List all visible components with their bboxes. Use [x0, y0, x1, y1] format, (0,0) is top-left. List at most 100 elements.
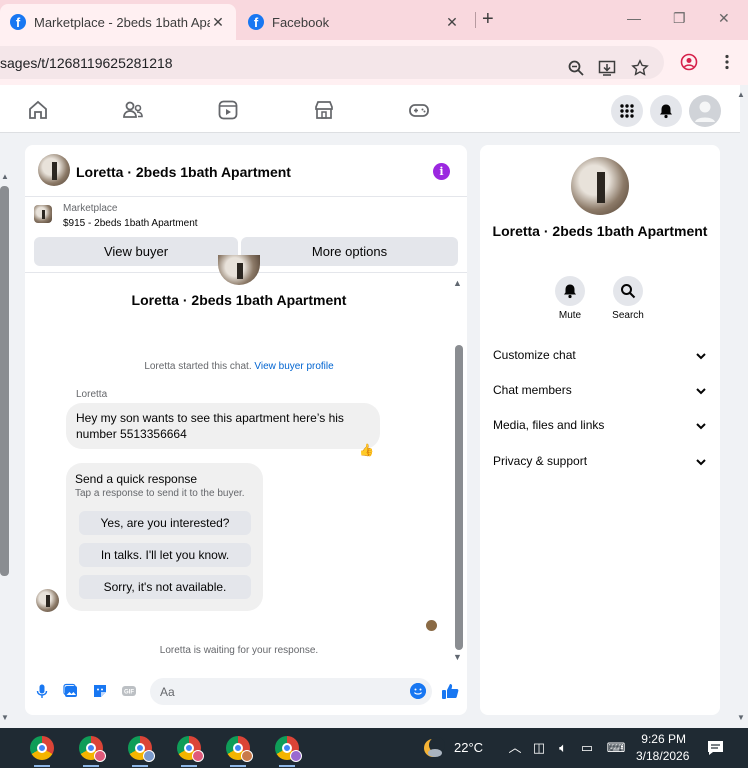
view-buyer-profile-link[interactable]: View buyer profile	[254, 361, 333, 372]
mute-button[interactable]	[555, 276, 585, 306]
view-buyer-button[interactable]: View buyer	[34, 237, 238, 266]
chat-title[interactable]: Loretta · 2beds 1bath Apartment	[76, 164, 291, 180]
active-indicator	[83, 765, 99, 767]
volume-icon[interactable]: 🔈︎	[555, 740, 571, 756]
more-options-button[interactable]: More options	[241, 237, 458, 266]
sender-avatar[interactable]	[36, 589, 59, 612]
camera-icon[interactable]: ◫	[531, 740, 547, 756]
notifications-button[interactable]	[650, 95, 682, 127]
emoji-icon[interactable]	[410, 683, 426, 699]
browser-tab-strip: f Marketplace - 2beds 1bath Apa ✕ f Face…	[0, 0, 748, 40]
tab-marketplace[interactable]: f Marketplace - 2beds 1bath Apa ✕	[0, 4, 236, 40]
menu-grid-button[interactable]	[611, 95, 643, 127]
search-icon	[621, 284, 636, 299]
message-bubble[interactable]: Hey my son wants to see this apartment h…	[66, 403, 380, 449]
restore-icon[interactable]: ❐	[673, 10, 686, 27]
chrome-profile-taskbar-icon[interactable]	[128, 736, 155, 762]
clock-time[interactable]: 9:26 PM	[640, 732, 686, 746]
tab-title: Facebook	[272, 14, 330, 30]
message-sender: Loretta	[76, 389, 108, 400]
info-icon[interactable]: i	[433, 163, 450, 180]
minimize-icon[interactable]: —	[627, 10, 641, 26]
waiting-notice: Loretta is waiting for your response.	[159, 645, 319, 656]
chat-scroll-up-icon[interactable]: ▲	[453, 278, 462, 288]
url-text: sages/t/1268119625281218	[0, 55, 173, 71]
notifications-center-icon[interactable]	[707, 740, 724, 756]
network-icon[interactable]: ▭	[579, 740, 595, 756]
marketplace-icon[interactable]	[313, 99, 335, 121]
install-app-icon[interactable]	[598, 59, 616, 77]
gif-icon[interactable]: GIF	[121, 683, 137, 699]
section-label: Chat members	[493, 383, 572, 397]
chat-started-notice: Loretta started this chat. View buyer pr…	[25, 361, 453, 372]
new-tab-icon[interactable]: +	[482, 8, 494, 31]
profile-icon[interactable]	[680, 53, 698, 71]
sticker-icon[interactable]	[92, 683, 108, 699]
close-window-icon[interactable]: ✕	[718, 10, 730, 27]
page-scroll-up-icon[interactable]: ▲	[1, 172, 9, 181]
close-tab-icon[interactable]: ✕	[444, 14, 460, 31]
chat-profile-photo	[218, 255, 260, 285]
gaming-icon[interactable]	[408, 99, 430, 121]
bookmark-star-icon[interactable]	[631, 59, 649, 77]
address-bar-row: sages/t/1268119625281218	[0, 40, 748, 85]
thumbs-up-reaction-icon: 👍	[359, 443, 374, 457]
microphone-icon[interactable]	[34, 683, 50, 699]
browser-menu-icon[interactable]	[718, 53, 736, 71]
quick-response-button[interactable]: Yes, are you interested?	[79, 511, 251, 535]
chrome-taskbar-icon[interactable]	[30, 736, 54, 760]
tab-facebook[interactable]: f Facebook ✕	[240, 4, 470, 40]
active-indicator	[230, 765, 246, 767]
chat-panel: Loretta · 2beds 1bath Apartment i Market…	[25, 145, 467, 715]
right-scroll-up-icon[interactable]: ▲	[737, 90, 745, 99]
message-composer: GIF	[25, 673, 467, 713]
right-scroll-down-icon[interactable]: ▼	[737, 713, 745, 722]
friends-icon[interactable]	[122, 99, 144, 121]
photo-icon[interactable]	[63, 683, 79, 699]
listing-title[interactable]: $915 - 2beds 1bath Apartment	[63, 218, 198, 229]
address-bar[interactable]: sages/t/1268119625281218	[0, 46, 664, 79]
section-label: Customize chat	[493, 348, 576, 362]
section-label: Media, files and links	[493, 418, 605, 432]
keyboard-icon[interactable]: ⌨︎	[605, 740, 627, 756]
chrome-profile-taskbar-icon[interactable]	[226, 736, 253, 762]
conversation-name: Loretta · 2beds 1bath Apartment	[131, 292, 347, 308]
account-avatar-button[interactable]	[689, 95, 721, 127]
chat-avatar[interactable]	[38, 154, 70, 186]
message-input[interactable]	[150, 678, 432, 705]
media-files-links-row[interactable]: Media, files and links	[493, 418, 707, 438]
search-button[interactable]	[613, 276, 643, 306]
grid-icon	[620, 104, 634, 118]
page-scrollbar[interactable]	[0, 186, 9, 576]
page-scroll-down-icon[interactable]: ▼	[1, 713, 9, 722]
marketplace-label: Marketplace	[63, 203, 118, 214]
watch-icon[interactable]	[217, 99, 239, 121]
active-indicator	[279, 765, 295, 767]
chrome-profile-taskbar-icon[interactable]	[79, 736, 106, 762]
profile-badge-icon	[241, 750, 253, 762]
chrome-profile-taskbar-icon[interactable]	[275, 736, 302, 762]
close-tab-icon[interactable]: ✕	[210, 14, 226, 31]
zoom-icon[interactable]	[567, 59, 585, 77]
quick-response-button[interactable]: Sorry, it's not available.	[79, 575, 251, 599]
thumbs-up-send-icon[interactable]	[441, 682, 459, 700]
privacy-support-row[interactable]: Privacy & support	[493, 454, 707, 474]
conversation-details-panel: Loretta · 2beds 1bath Apartment Mute Sea…	[480, 145, 720, 715]
weather-moon-icon[interactable]	[421, 736, 445, 760]
tab-divider	[475, 12, 476, 28]
chat-scrollbar[interactable]	[455, 345, 463, 650]
chrome-profile-taskbar-icon[interactable]	[177, 736, 204, 762]
show-hidden-icons-icon[interactable]: ︿	[507, 740, 523, 756]
facebook-top-nav	[0, 85, 740, 133]
listing-thumbnail[interactable]	[34, 205, 52, 223]
clock-date[interactable]: 3/18/2026	[636, 749, 689, 763]
temperature[interactable]: 22°C	[454, 740, 483, 755]
chat-members-row[interactable]: Chat members	[493, 383, 707, 403]
side-profile-photo[interactable]	[571, 157, 629, 215]
home-icon[interactable]	[27, 99, 49, 121]
customize-chat-row[interactable]: Customize chat	[493, 348, 707, 368]
side-conversation-name: Loretta · 2beds 1bath Apartment	[492, 223, 708, 239]
quick-response-button[interactable]: In talks. I'll let you know.	[79, 543, 251, 567]
seen-indicator	[426, 620, 437, 631]
chat-scroll-down-icon[interactable]: ▼	[453, 652, 462, 662]
